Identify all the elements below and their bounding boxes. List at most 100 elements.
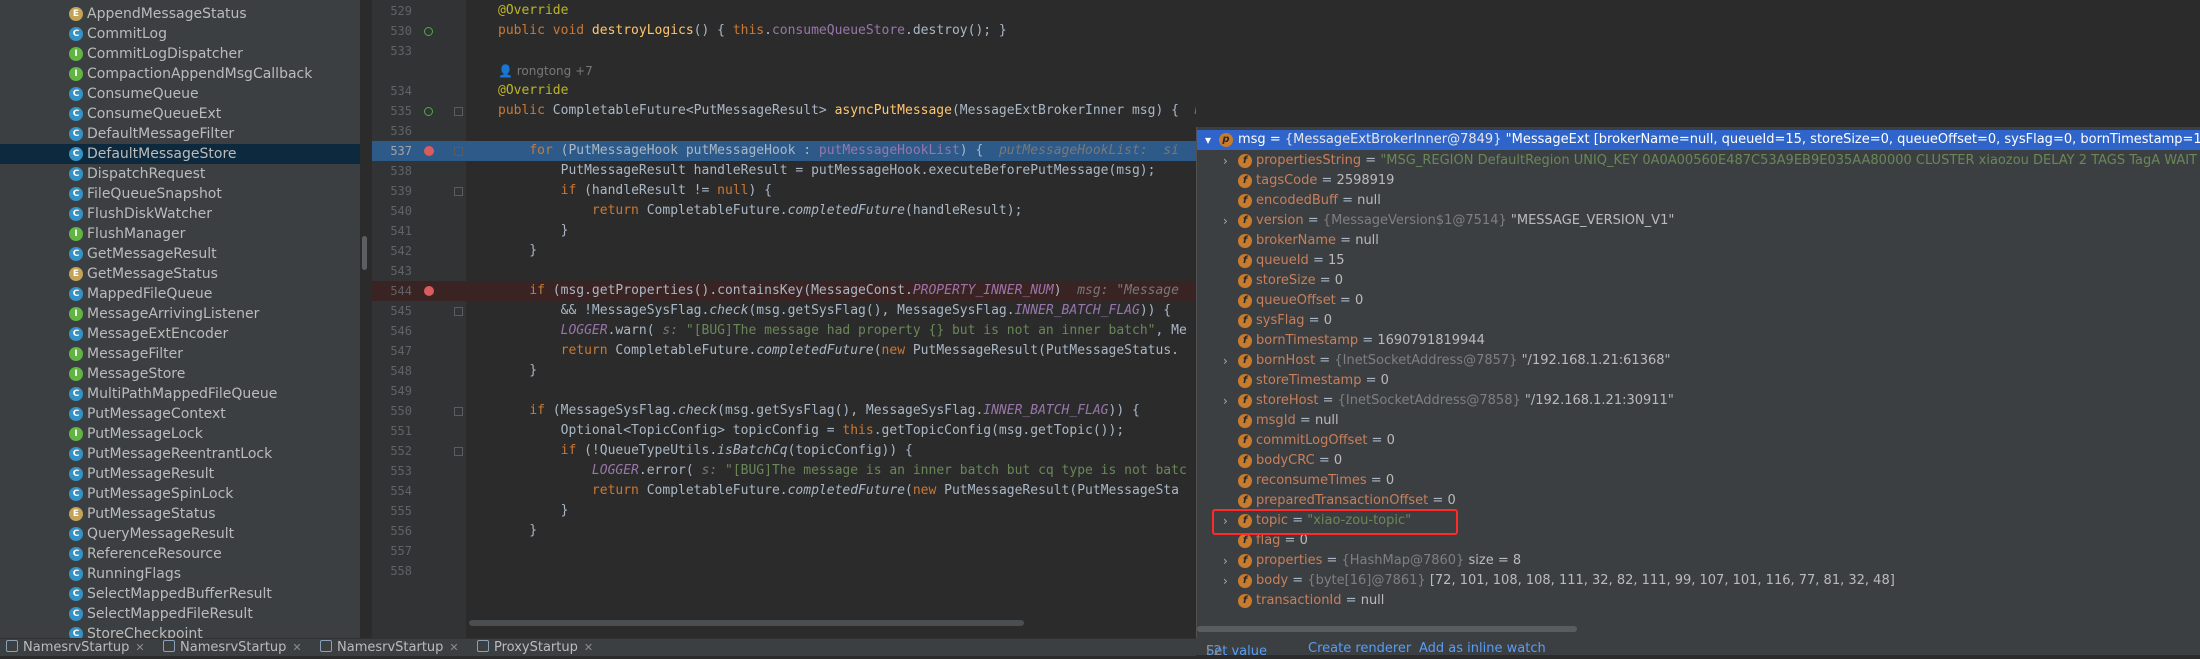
variable-sysFlag[interactable]: f sysFlag = 0: [1197, 311, 2200, 331]
breakpoint-icon[interactable]: [424, 146, 434, 156]
tree-item[interactable]: C PutMessageContext: [0, 404, 360, 424]
code-line[interactable]: 540 return CompletableFuture.completedFu…: [372, 201, 1196, 221]
code-line[interactable]: 536: [372, 121, 1196, 141]
tree-item[interactable]: C StoreCheckpoint: [0, 624, 360, 638]
fold-marker-icon[interactable]: [454, 447, 463, 456]
code-editor[interactable]: 529 @Override 530 public void destroyLogics…: [372, 0, 1196, 638]
line-number[interactable]: 555: [372, 501, 412, 521]
variable-root-msg[interactable]: ▾ p msg = {MessageExtBrokerInner@7849} "Me…: [1197, 130, 2200, 150]
line-number[interactable]: 538: [372, 161, 412, 181]
project-tree[interactable]: E AppendMessageStatus C CommitLog I CommitLog…: [0, 0, 360, 638]
line-number[interactable]: 535: [372, 101, 412, 121]
code-line[interactable]: 558: [372, 561, 1196, 581]
code-line[interactable]: 551 Optional<TopicConfig> topicConfig = …: [372, 421, 1196, 441]
chevron-right-icon[interactable]: ›: [1223, 151, 1228, 171]
tree-item[interactable]: C MessageExtEncoder: [0, 324, 360, 344]
line-number[interactable]: 556: [372, 521, 412, 541]
tree-item[interactable]: C DefaultMessageFilter: [0, 124, 360, 144]
variable-properties[interactable]: › f properties = {HashMap@7860} size = 8: [1197, 551, 2200, 571]
variable-commitLogOffset[interactable]: f commitLogOffset = 0: [1197, 431, 2200, 451]
variable-encodedBuff[interactable]: f encodedBuff = null: [1197, 191, 2200, 211]
line-number[interactable]: 539: [372, 181, 412, 201]
tree-item[interactable]: C SelectMappedFileResult: [0, 604, 360, 624]
tree-item[interactable]: C RunningFlags: [0, 564, 360, 584]
project-tree-scrollbar[interactable]: [362, 236, 367, 270]
tree-item[interactable]: E AppendMessageStatus: [0, 4, 360, 24]
variable-tagsCode[interactable]: f tagsCode = 2598919: [1197, 171, 2200, 191]
fold-marker-icon[interactable]: [454, 187, 463, 196]
chevron-right-icon[interactable]: ›: [1223, 571, 1228, 591]
tree-item[interactable]: C ConsumeQueue: [0, 84, 360, 104]
close-icon[interactable]: ✕: [135, 641, 144, 654]
tab-namesrvstartup[interactable]: NamesrvStartup ✕: [6, 639, 145, 656]
code-line[interactable]: 550 if (MessageSysFlag.check(msg.getSysF…: [372, 401, 1196, 421]
tree-item[interactable]: C ConsumeQueueExt: [0, 104, 360, 124]
code-line[interactable]: 529 @Override: [372, 1, 1196, 21]
tree-item[interactable]: I MessageFilter: [0, 344, 360, 364]
chevron-right-icon[interactable]: ›: [1223, 551, 1228, 571]
variable-brokerName[interactable]: f brokerName = null: [1197, 231, 2200, 251]
code-line[interactable]: 538 PutMessageResult handleResult = putM…: [372, 161, 1196, 181]
tree-item[interactable]: C FlushDiskWatcher: [0, 204, 360, 224]
variable-version[interactable]: › f version = {MessageVersion$1@7514} "MES…: [1197, 211, 2200, 231]
line-number[interactable]: 540: [372, 201, 412, 221]
close-icon[interactable]: ✕: [584, 641, 593, 654]
variable-storeSize[interactable]: f storeSize = 0: [1197, 271, 2200, 291]
chevron-down-icon[interactable]: ▾: [1205, 130, 1211, 150]
fold-marker-icon[interactable]: [454, 307, 463, 316]
code-line[interactable]: 553 LOGGER.error( s: "[BUG]The message i…: [372, 461, 1196, 481]
variable-storeHost[interactable]: › f storeHost = {InetSocketAddress@7858} "…: [1197, 391, 2200, 411]
close-icon[interactable]: ✕: [449, 641, 458, 654]
code-line[interactable]: 541 }: [372, 221, 1196, 241]
tree-item[interactable]: I FlushManager: [0, 224, 360, 244]
tree-item[interactable]: I CompactionAppendMsgCallback: [0, 64, 360, 84]
variable-bodyCRC[interactable]: f bodyCRC = 0: [1197, 451, 2200, 471]
line-number[interactable]: 554: [372, 481, 412, 501]
line-number[interactable]: 533: [372, 41, 412, 61]
line-number[interactable]: 547: [372, 341, 412, 361]
variable-bornHost[interactable]: › f bornHost = {InetSocketAddress@7857} "/…: [1197, 351, 2200, 371]
line-number[interactable]: 557: [372, 541, 412, 561]
debugger-value-popup[interactable]: ▾ p msg = {MessageExtBrokerInner@7849} "Me…: [1196, 127, 2200, 638]
variable-reconsumeTimes[interactable]: f reconsumeTimes = 0: [1197, 471, 2200, 491]
tree-item[interactable]: C MappedFileQueue: [0, 284, 360, 304]
code-line[interactable]: 535 public CompletableFuture<PutMessageRe…: [372, 101, 1196, 121]
tree-item[interactable]: I PutMessageLock: [0, 424, 360, 444]
close-icon[interactable]: ✕: [292, 641, 301, 654]
tree-item[interactable]: E PutMessageStatus: [0, 504, 360, 524]
code-line[interactable]: 554 return CompletableFuture.completedFu…: [372, 481, 1196, 501]
add-inline-watch-link[interactable]: Add as inline watch: [1419, 641, 1546, 656]
override-method-icon[interactable]: [424, 27, 433, 36]
line-number[interactable]: 552: [372, 441, 412, 461]
tree-item[interactable]: C PutMessageReentrantLock: [0, 444, 360, 464]
variable-bornTimestamp[interactable]: f bornTimestamp = 1690791819944: [1197, 331, 2200, 351]
tab-proxystartup[interactable]: ProxyStartup ✕: [477, 639, 593, 656]
tree-item[interactable]: E GetMessageStatus: [0, 264, 360, 284]
code-line[interactable]: 539 if (handleResult != null) {: [372, 181, 1196, 201]
variable-transactionId[interactable]: f transactionId = null: [1197, 591, 2200, 611]
tree-item[interactable]: C ReferenceResource: [0, 544, 360, 564]
line-number[interactable]: 541: [372, 221, 412, 241]
chevron-right-icon[interactable]: ›: [1223, 211, 1228, 231]
tab-namesrvstartup[interactable]: NamesrvStartup ✕: [163, 639, 302, 656]
variable-storeTimestamp[interactable]: f storeTimestamp = 0: [1197, 371, 2200, 391]
line-number[interactable]: 536: [372, 121, 412, 141]
variable-msgId[interactable]: f msgId = null: [1197, 411, 2200, 431]
code-line[interactable]: 557: [372, 541, 1196, 561]
tree-item[interactable]: C DefaultMessageStore: [0, 144, 360, 164]
code-line[interactable]: 543: [372, 261, 1196, 281]
code-line[interactable]: 542 }: [372, 241, 1196, 261]
variable-queueId[interactable]: f queueId = 15: [1197, 251, 2200, 271]
code-line[interactable]: 545 && !MessageSysFlag.check(msg.getSysF…: [372, 301, 1196, 321]
variable-propertiesString[interactable]: › f propertiesString = "MSG_REGION Default…: [1197, 151, 2200, 171]
chevron-right-icon[interactable]: ›: [1223, 391, 1228, 411]
line-number[interactable]: 529: [372, 1, 412, 21]
code-line[interactable]: 534 @Override: [372, 81, 1196, 101]
fold-marker-icon[interactable]: [454, 407, 463, 416]
line-number[interactable]: 549: [372, 381, 412, 401]
tree-item[interactable]: C DispatchRequest: [0, 164, 360, 184]
code-line[interactable]: 552 if (!QueueTypeUtils.isBatchCq(topicC…: [372, 441, 1196, 461]
line-number[interactable]: 546: [372, 321, 412, 341]
code-line[interactable]: 530 public void destroyLogics() { this.co…: [372, 21, 1196, 41]
fold-marker-icon[interactable]: [454, 107, 463, 116]
